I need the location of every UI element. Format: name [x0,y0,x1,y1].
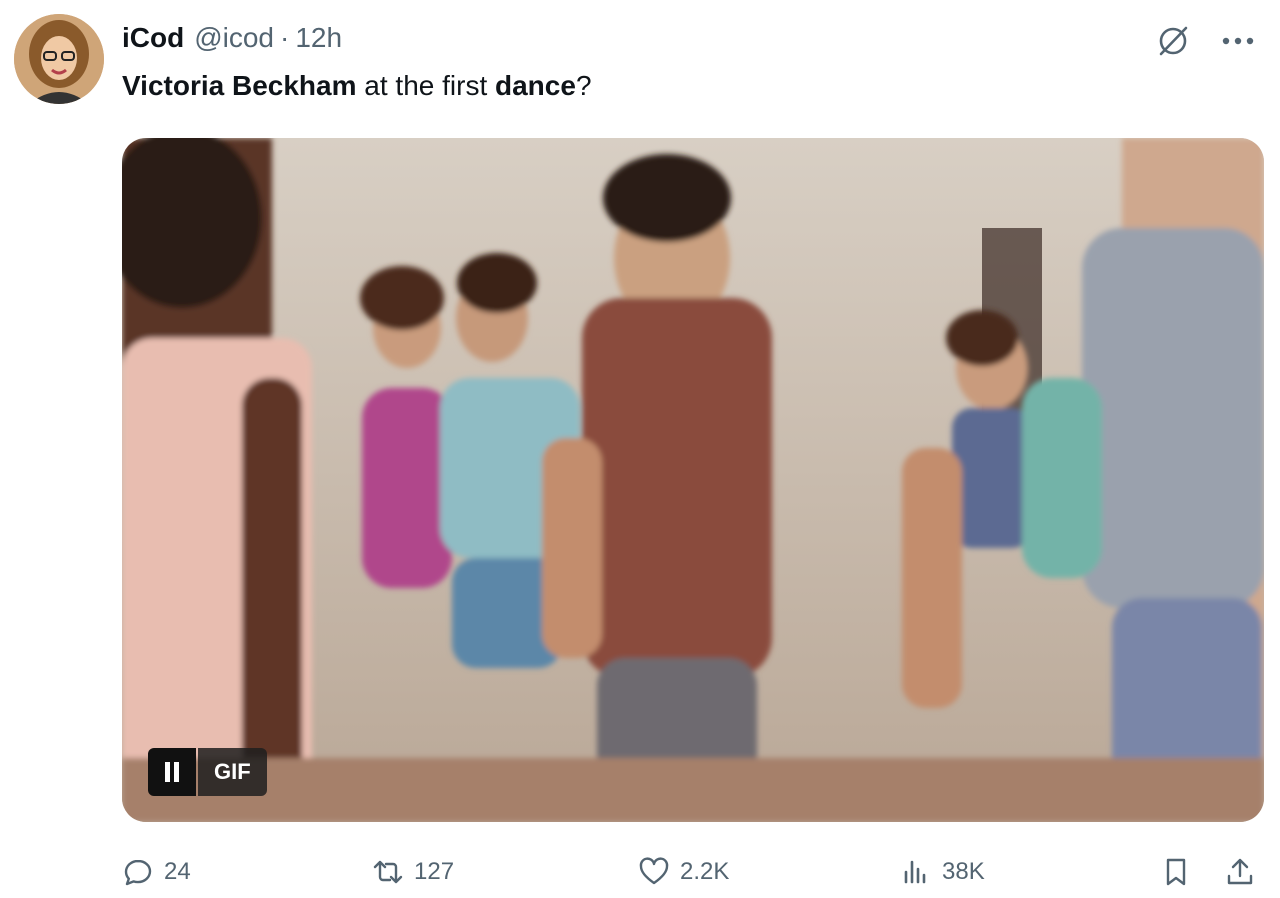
bookmark-icon [1166,858,1186,886]
reply-button[interactable]: 24 [122,852,191,892]
avatar[interactable] [14,14,104,104]
share-icon [1227,858,1253,885]
views-icon [904,860,926,884]
retweet-count: 127 [414,858,455,885]
share-button[interactable] [1224,852,1256,892]
text-bold-name: Victoria Beckham [122,70,357,101]
pause-icon[interactable] [148,748,196,796]
separator-dot: · [280,22,290,53]
tweet-text: Victoria Beckham at the first dance? [122,66,592,106]
like-count: 2.2K [680,858,730,885]
author-handle[interactable]: @icod [194,22,274,54]
gif-controls: GIF [148,748,267,796]
reply-count: 24 [164,858,191,885]
text-plain-2: ? [575,70,592,101]
tweet-header: iCod @icod · 12h [122,20,342,56]
gif-badge: GIF [198,748,267,796]
bookmark-button[interactable] [1160,852,1192,892]
top-actions [1154,22,1258,60]
views-count: 38K [942,858,985,885]
text-plain-1: at the first [356,70,495,101]
gif-media[interactable]: GIF [122,138,1264,822]
retweet-icon [373,860,403,884]
text-bold-dance: dance [495,70,576,101]
more-icon[interactable] [1218,22,1258,60]
gif-frame-image [122,138,1264,822]
reply-icon [124,859,152,886]
author-name[interactable]: iCod [122,22,184,54]
views-button[interactable]: 38K [900,852,985,892]
heart-icon [639,857,669,885]
retweet-button[interactable]: 127 [372,852,454,892]
timestamp[interactable]: 12h [295,22,342,54]
grok-icon[interactable] [1154,22,1192,60]
like-button[interactable]: 2.2K [638,852,729,892]
tweet-actions: 24 127 2.2K 38K [122,852,1262,892]
